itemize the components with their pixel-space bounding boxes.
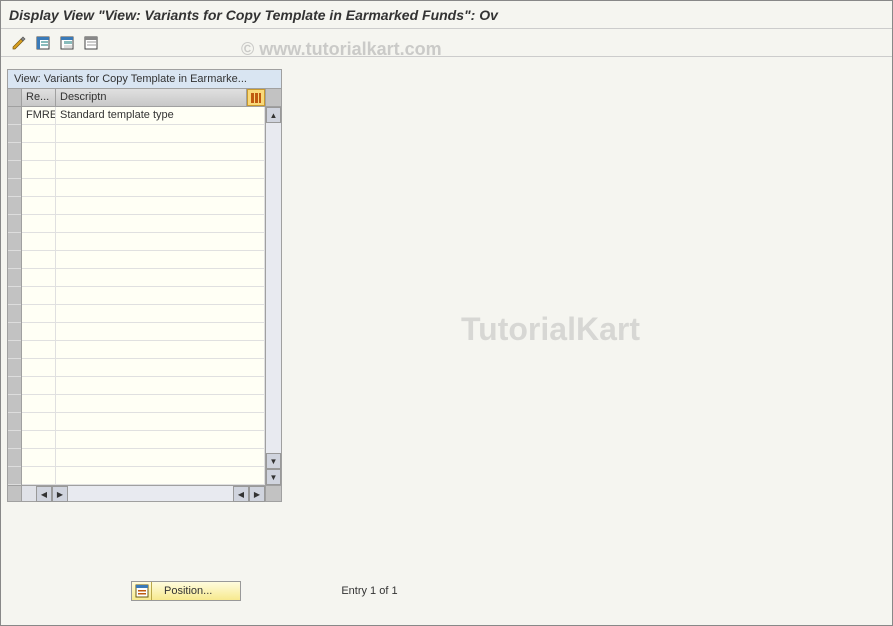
scroll-right-button[interactable]: ▶ — [52, 486, 68, 502]
table-header: Re... Descriptn — [22, 89, 265, 107]
row-selector-header[interactable] — [8, 89, 21, 107]
cell-description: Standard template type — [56, 107, 265, 124]
scroll-left-button[interactable]: ◀ — [36, 486, 52, 502]
row-selector[interactable] — [8, 125, 21, 143]
change-display-button[interactable] — [9, 33, 29, 53]
row-selector[interactable] — [8, 161, 21, 179]
select-block-button[interactable] — [57, 33, 77, 53]
entry-count-text: Entry 1 of 1 — [341, 585, 397, 597]
table-wrapper: Re... Descriptn FMRE Standard template t… — [8, 89, 281, 485]
table-row[interactable] — [22, 305, 265, 323]
table-row[interactable] — [22, 125, 265, 143]
deselect-all-button[interactable] — [81, 33, 101, 53]
column-header-re[interactable]: Re... — [22, 89, 56, 106]
row-selector[interactable] — [8, 377, 21, 395]
row-selector[interactable] — [8, 107, 21, 125]
table-row[interactable] — [22, 215, 265, 233]
vertical-scrollbar[interactable]: ▲ ▼ ▼ — [265, 89, 281, 485]
table-row[interactable] — [22, 431, 265, 449]
table-select-all-icon — [35, 35, 51, 51]
row-selector[interactable] — [8, 323, 21, 341]
panel-title: View: Variants for Copy Template in Earm… — [8, 70, 281, 89]
table-row[interactable] — [22, 179, 265, 197]
scroll-track[interactable] — [266, 123, 281, 453]
row-selector[interactable] — [8, 143, 21, 161]
configure-columns-icon — [250, 92, 262, 104]
row-selector[interactable] — [8, 287, 21, 305]
position-icon — [132, 582, 152, 600]
table-row[interactable] — [22, 341, 265, 359]
row-selector[interactable] — [8, 431, 21, 449]
row-selector[interactable] — [8, 269, 21, 287]
table-row[interactable] — [22, 143, 265, 161]
table-row[interactable] — [22, 395, 265, 413]
application-toolbar — [1, 29, 892, 57]
footer-controls: Position... Entry 1 of 1 — [131, 581, 398, 601]
table-row[interactable] — [22, 251, 265, 269]
row-selector[interactable] — [8, 305, 21, 323]
table-row[interactable] — [22, 413, 265, 431]
position-button-label: Position... — [152, 585, 240, 597]
cell-re: FMRE — [22, 107, 56, 124]
table-row[interactable] — [22, 359, 265, 377]
table-row[interactable] — [22, 269, 265, 287]
row-selector[interactable] — [8, 467, 21, 485]
row-selector-column — [8, 89, 22, 485]
scroll-right-end-button[interactable]: ▶ — [249, 486, 265, 502]
scroll-end-button[interactable]: ▼ — [266, 469, 281, 485]
hscroll-corner — [8, 486, 22, 501]
scroll-up-button[interactable]: ▲ — [266, 107, 281, 123]
table-row[interactable] — [22, 161, 265, 179]
scroll-left-end-button[interactable]: ◀ — [233, 486, 249, 502]
table-deselect-icon — [83, 35, 99, 51]
table-row[interactable] — [22, 323, 265, 341]
table-panel: View: Variants for Copy Template in Earm… — [7, 69, 282, 502]
pencil-glasses-icon — [11, 35, 27, 51]
table-row[interactable] — [22, 233, 265, 251]
row-selector[interactable] — [8, 359, 21, 377]
table-select-block-icon — [59, 35, 75, 51]
hscroll-track[interactable] — [68, 486, 233, 501]
table-row[interactable]: FMRE Standard template type — [22, 107, 265, 125]
position-button[interactable]: Position... — [131, 581, 241, 601]
table-row[interactable] — [22, 449, 265, 467]
scroll-down-button[interactable]: ▼ — [266, 453, 281, 469]
table-row[interactable] — [22, 197, 265, 215]
row-selector[interactable] — [8, 413, 21, 431]
table-row[interactable] — [22, 377, 265, 395]
row-selector[interactable] — [8, 233, 21, 251]
select-all-button[interactable] — [33, 33, 53, 53]
page-title: Display View "View: Variants for Copy Te… — [9, 7, 498, 23]
table-row[interactable] — [22, 467, 265, 485]
row-selector[interactable] — [8, 449, 21, 467]
row-selector[interactable] — [8, 251, 21, 269]
row-selector[interactable] — [8, 341, 21, 359]
row-selector[interactable] — [8, 215, 21, 233]
configure-columns-button[interactable] — [247, 89, 265, 106]
table-row[interactable] — [22, 287, 265, 305]
horizontal-scrollbar[interactable]: ◀ ▶ ◀ ▶ — [8, 485, 281, 501]
column-header-description[interactable]: Descriptn — [56, 89, 247, 106]
row-selector[interactable] — [8, 395, 21, 413]
table-body: FMRE Standard template type — [22, 107, 265, 485]
data-table: Re... Descriptn FMRE Standard template t… — [22, 89, 265, 485]
row-selector[interactable] — [8, 179, 21, 197]
title-bar: Display View "View: Variants for Copy Te… — [1, 1, 892, 29]
row-selector[interactable] — [8, 197, 21, 215]
main-content: View: Variants for Copy Template in Earm… — [1, 57, 892, 625]
